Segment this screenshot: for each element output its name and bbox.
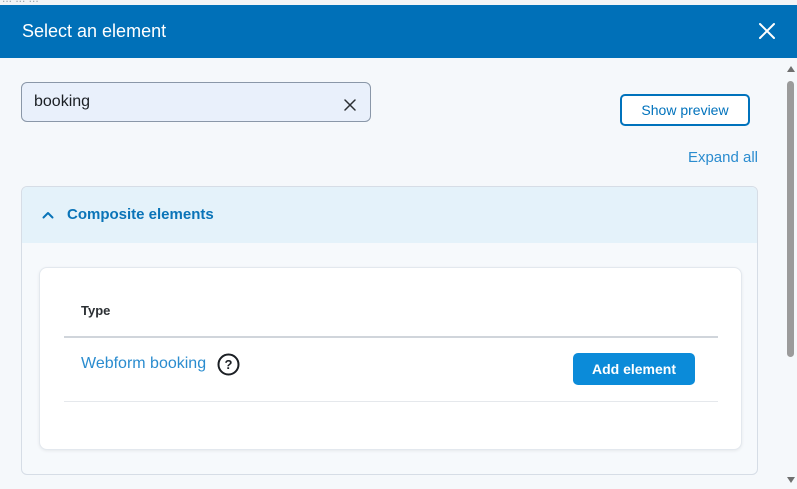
dialog-title: Select an element [22,21,167,41]
scroll-up-arrow-icon[interactable] [787,66,795,72]
elements-table-card: Type Webform booking ? Add element [39,267,742,450]
show-preview-button[interactable]: Show preview [620,94,750,126]
element-name-link[interactable]: Webform booking [81,355,206,373]
scroll-down-arrow-icon[interactable] [787,477,795,483]
table-row: Webform booking ? Add element [64,338,718,402]
select-element-dialog: Select an element Show preview Expand al… [0,5,797,489]
column-header-type: Type [81,303,111,318]
composite-elements-section: Composite elements Type Webform booking … [21,186,758,475]
scrollbar-thumb[interactable] [787,81,794,357]
close-button[interactable] [757,21,777,41]
add-element-button[interactable]: Add element [573,353,695,385]
help-icon[interactable]: ? [217,353,240,376]
section-header-toggle[interactable]: Composite elements [22,187,757,243]
dialog-header: Select an element [0,5,797,58]
close-icon [759,23,775,39]
help-glyph: ? [225,357,233,372]
clear-icon [344,99,356,111]
dialog-body: Show preview Expand all Composite elemen… [0,58,797,489]
expand-all-link[interactable]: Expand all [688,149,758,166]
section-title: Composite elements [67,206,214,223]
clear-search-button[interactable] [344,98,356,111]
search-field [21,82,371,122]
search-input[interactable] [34,91,324,113]
chevron-up-icon [42,212,54,219]
vertical-scrollbar[interactable] [784,58,797,489]
